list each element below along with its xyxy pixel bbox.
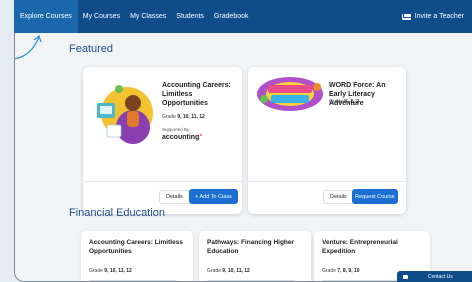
nav-students[interactable]: Students (171, 0, 209, 33)
course-card[interactable]: Pathways: Financing Higher Education Gra… (199, 231, 311, 281)
grade-label: Grade (207, 268, 221, 274)
course-card-grade: Grade 9, 10, 11, 12 (89, 268, 132, 274)
main-content: Featured Accounting Careers: Limitless O… (14, 33, 472, 282)
featured-card-title: Accounting Careers: Limitless Opportunit… (162, 82, 231, 107)
nav-my-classes[interactable]: My Classes (125, 0, 171, 33)
sponsor-logo-mark: ° (199, 134, 203, 141)
accounting-careers-thumbnail (97, 85, 153, 144)
app-window: Explore Courses My Courses My Classes St… (0, 0, 472, 282)
contact-us-button[interactable]: Contact Us (397, 271, 472, 282)
grade-label: Grade (89, 268, 103, 274)
supported-by-label: Supported By (162, 127, 190, 132)
top-nav: Explore Courses My Courses My Classes St… (14, 0, 472, 33)
grade-values: 9, 10, 11, 12 (177, 114, 205, 120)
grade-values: 9, 10, 11, 12 (104, 268, 132, 274)
featured-card-grade: Grade K, 1, 2 (329, 99, 359, 105)
grade-values: K, 1, 2 (344, 99, 360, 105)
chat-icon (403, 274, 408, 279)
course-card-title: Pathways: Financing Higher Education (207, 239, 295, 255)
card-divider (83, 181, 242, 182)
nav-gradebook[interactable]: Gradebook (209, 0, 254, 33)
nav-my-courses[interactable]: My Courses (78, 0, 125, 33)
contact-us-label: Contact Us (428, 273, 453, 280)
card-divider (248, 181, 406, 182)
course-card-grade: Grade 7, 8, 9, 10 (322, 268, 360, 274)
course-card[interactable]: Accounting Careers: Limitless Opportunit… (81, 231, 193, 281)
featured-heading: Featured (69, 43, 114, 55)
featured-card-grade: Grade 9, 10, 11, 12 (162, 114, 205, 120)
grade-label: Grade (329, 99, 343, 105)
nav-explore-courses[interactable]: Explore Courses (14, 0, 78, 33)
grade-values: 7, 8, 9, 10 (337, 268, 360, 274)
course-card-title: Venture: Entrepreneurial Expedition (322, 239, 398, 255)
sponsor-logo: accounting° (162, 134, 202, 141)
details-button[interactable]: Details (159, 190, 190, 204)
grade-label: Grade (162, 114, 176, 120)
mail-icon (401, 13, 411, 20)
featured-card-accounting[interactable]: Accounting Careers: Limitless Opportunit… (83, 67, 242, 214)
grade-label: Grade (322, 268, 336, 274)
details-button[interactable]: Details (323, 190, 354, 204)
financial-education-heading: Financial Education (69, 207, 166, 219)
invite-teacher-button[interactable]: Invite a Teacher (401, 0, 464, 33)
curved-arrow-icon (15, 34, 42, 60)
add-to-class-button[interactable]: + Add To Class (189, 189, 238, 204)
word-force-thumbnail (257, 77, 323, 111)
course-card-title: Accounting Careers: Limitless Opportunit… (89, 239, 183, 255)
invite-teacher-label: Invite a Teacher (414, 13, 464, 20)
featured-card-word-force[interactable]: WORD Force: An Early Literacy Adventure … (248, 67, 406, 214)
sponsor-name: accounting (162, 134, 200, 141)
request-course-button[interactable]: Request Course (352, 189, 398, 204)
grade-values: 9, 10, 11, 12 (222, 268, 250, 274)
course-card-grade: Grade 9, 10, 11, 12 (207, 268, 250, 274)
